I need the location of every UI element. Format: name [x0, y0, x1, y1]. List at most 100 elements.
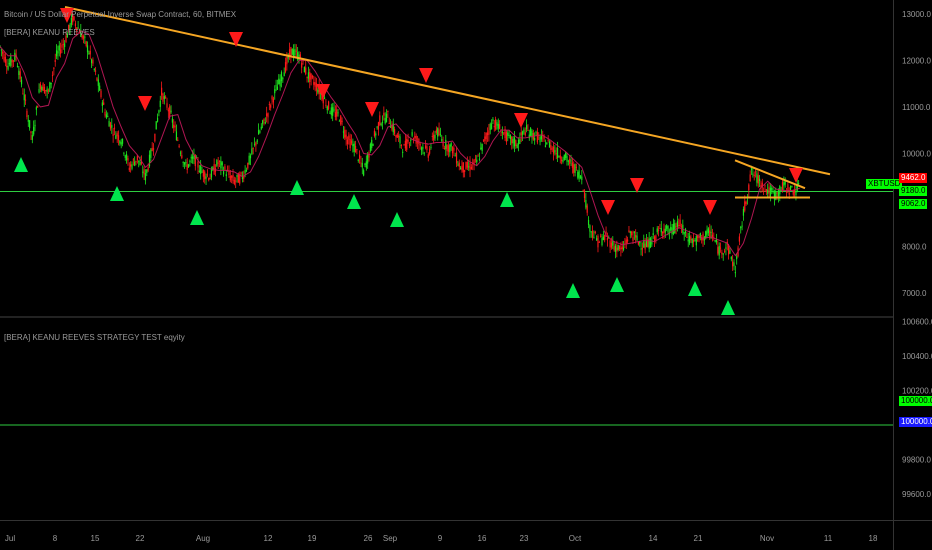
candle-body: [598, 241, 600, 243]
indicator-legend[interactable]: [BERA] KEANU REEVES: [4, 28, 95, 37]
candle-body: [680, 226, 683, 228]
candle-body: [23, 94, 25, 101]
candle-body: [769, 187, 771, 197]
candle-body: [635, 235, 637, 238]
sell-signal-arrow: [703, 200, 717, 215]
candle-body: [310, 73, 312, 80]
candle-body: [96, 77, 98, 81]
equity-pane-legend[interactable]: [BERA] KEANU REEVES STRATEGY TEST eqyity: [4, 333, 185, 342]
candle-body: [139, 161, 141, 166]
sell-signal-arrow: [365, 102, 379, 117]
candle-body: [517, 139, 520, 145]
candle-body: [458, 162, 460, 167]
candle-body: [757, 175, 759, 184]
candle-body: [578, 170, 580, 180]
buy-signal-arrow: [688, 281, 702, 296]
candle-body: [457, 164, 459, 166]
candle-body: [617, 245, 619, 251]
symbol-title: Bitcoin / US Dollar Perpetual Inverse Sw…: [4, 10, 237, 19]
candle-body: [323, 97, 326, 99]
candle-body: [547, 139, 549, 141]
candle-body: [663, 228, 665, 234]
candle-body: [322, 97, 324, 104]
candle-body: [306, 76, 308, 78]
candle-body: [74, 23, 77, 27]
candle-body: [512, 139, 514, 144]
candle-body: [24, 99, 27, 101]
candle-body: [464, 170, 466, 172]
candle-body: [271, 96, 273, 100]
buy-signal-arrow: [347, 194, 361, 209]
candle-body: [589, 225, 591, 232]
candle-body: [333, 109, 335, 111]
candle-body: [466, 161, 468, 168]
candle-body: [422, 146, 424, 149]
candle-body: [644, 243, 646, 250]
candle-body: [524, 132, 526, 136]
candle-body: [0, 49, 2, 51]
trading-chart[interactable]: 13000.0 12000.0 11000.0 10000.0 8000.0 7000.0…: [0, 0, 932, 550]
candle-body: [309, 72, 311, 83]
candle-body: [676, 221, 679, 227]
candle-body: [257, 130, 260, 135]
candle-body: [367, 154, 369, 164]
candle-body: [614, 245, 617, 253]
candle-body: [325, 104, 327, 106]
candle-body: [525, 125, 528, 130]
candle-body: [573, 164, 575, 173]
buy-signal-arrow: [390, 212, 404, 227]
candle-body: [643, 240, 645, 248]
candles[interactable]: [0, 12, 800, 278]
candle-body: [275, 85, 277, 87]
candle-body: [577, 171, 579, 178]
candle-body: [565, 152, 567, 158]
candle-body: [558, 156, 560, 158]
candle-body: [189, 160, 191, 162]
candle-body: [252, 147, 254, 149]
candle-body: [622, 247, 625, 250]
candle-body: [163, 96, 165, 100]
candle-body: [109, 122, 112, 129]
equity-badge-top: 100000.0: [899, 396, 932, 406]
candle-body: [434, 134, 436, 139]
candle-body: [338, 120, 340, 122]
candle-body: [341, 120, 343, 123]
time-axis-label: Jul: [5, 534, 15, 543]
candle-body: [410, 139, 412, 141]
candle-body: [484, 136, 486, 142]
candle-body: [101, 102, 103, 106]
time-axis-label: 21: [694, 534, 703, 543]
candle-body: [429, 148, 431, 154]
candle-body: [507, 132, 509, 136]
candle-body: [209, 177, 211, 180]
candle-body: [648, 238, 650, 249]
candle-body: [12, 60, 15, 62]
candle-body: [379, 115, 381, 125]
candle-body: [220, 160, 222, 169]
candle-body: [495, 119, 497, 130]
candle-body: [798, 183, 800, 185]
candle-body: [768, 186, 770, 194]
candle-body: [687, 239, 689, 242]
candle-body: [600, 235, 602, 237]
price-tick-label: 13000.0: [902, 10, 931, 19]
candle-body: [499, 124, 501, 129]
candle-body: [734, 272, 736, 274]
candle-body: [398, 135, 400, 138]
candle-body: [42, 83, 44, 91]
candle-body: [303, 67, 305, 73]
candle-body: [345, 134, 347, 140]
candle-body: [173, 124, 175, 128]
candle-body: [583, 190, 586, 198]
candle-body: [85, 41, 87, 46]
candle-body: [274, 89, 276, 94]
sell-signal-arrow: [138, 96, 152, 111]
candle-body: [291, 48, 293, 55]
candle-body: [395, 134, 397, 138]
candle-body: [441, 139, 443, 141]
candle-body: [469, 162, 471, 171]
candle-body: [792, 190, 794, 195]
candle-body: [33, 126, 35, 135]
candle-body: [616, 247, 618, 252]
candle-body: [43, 86, 46, 94]
